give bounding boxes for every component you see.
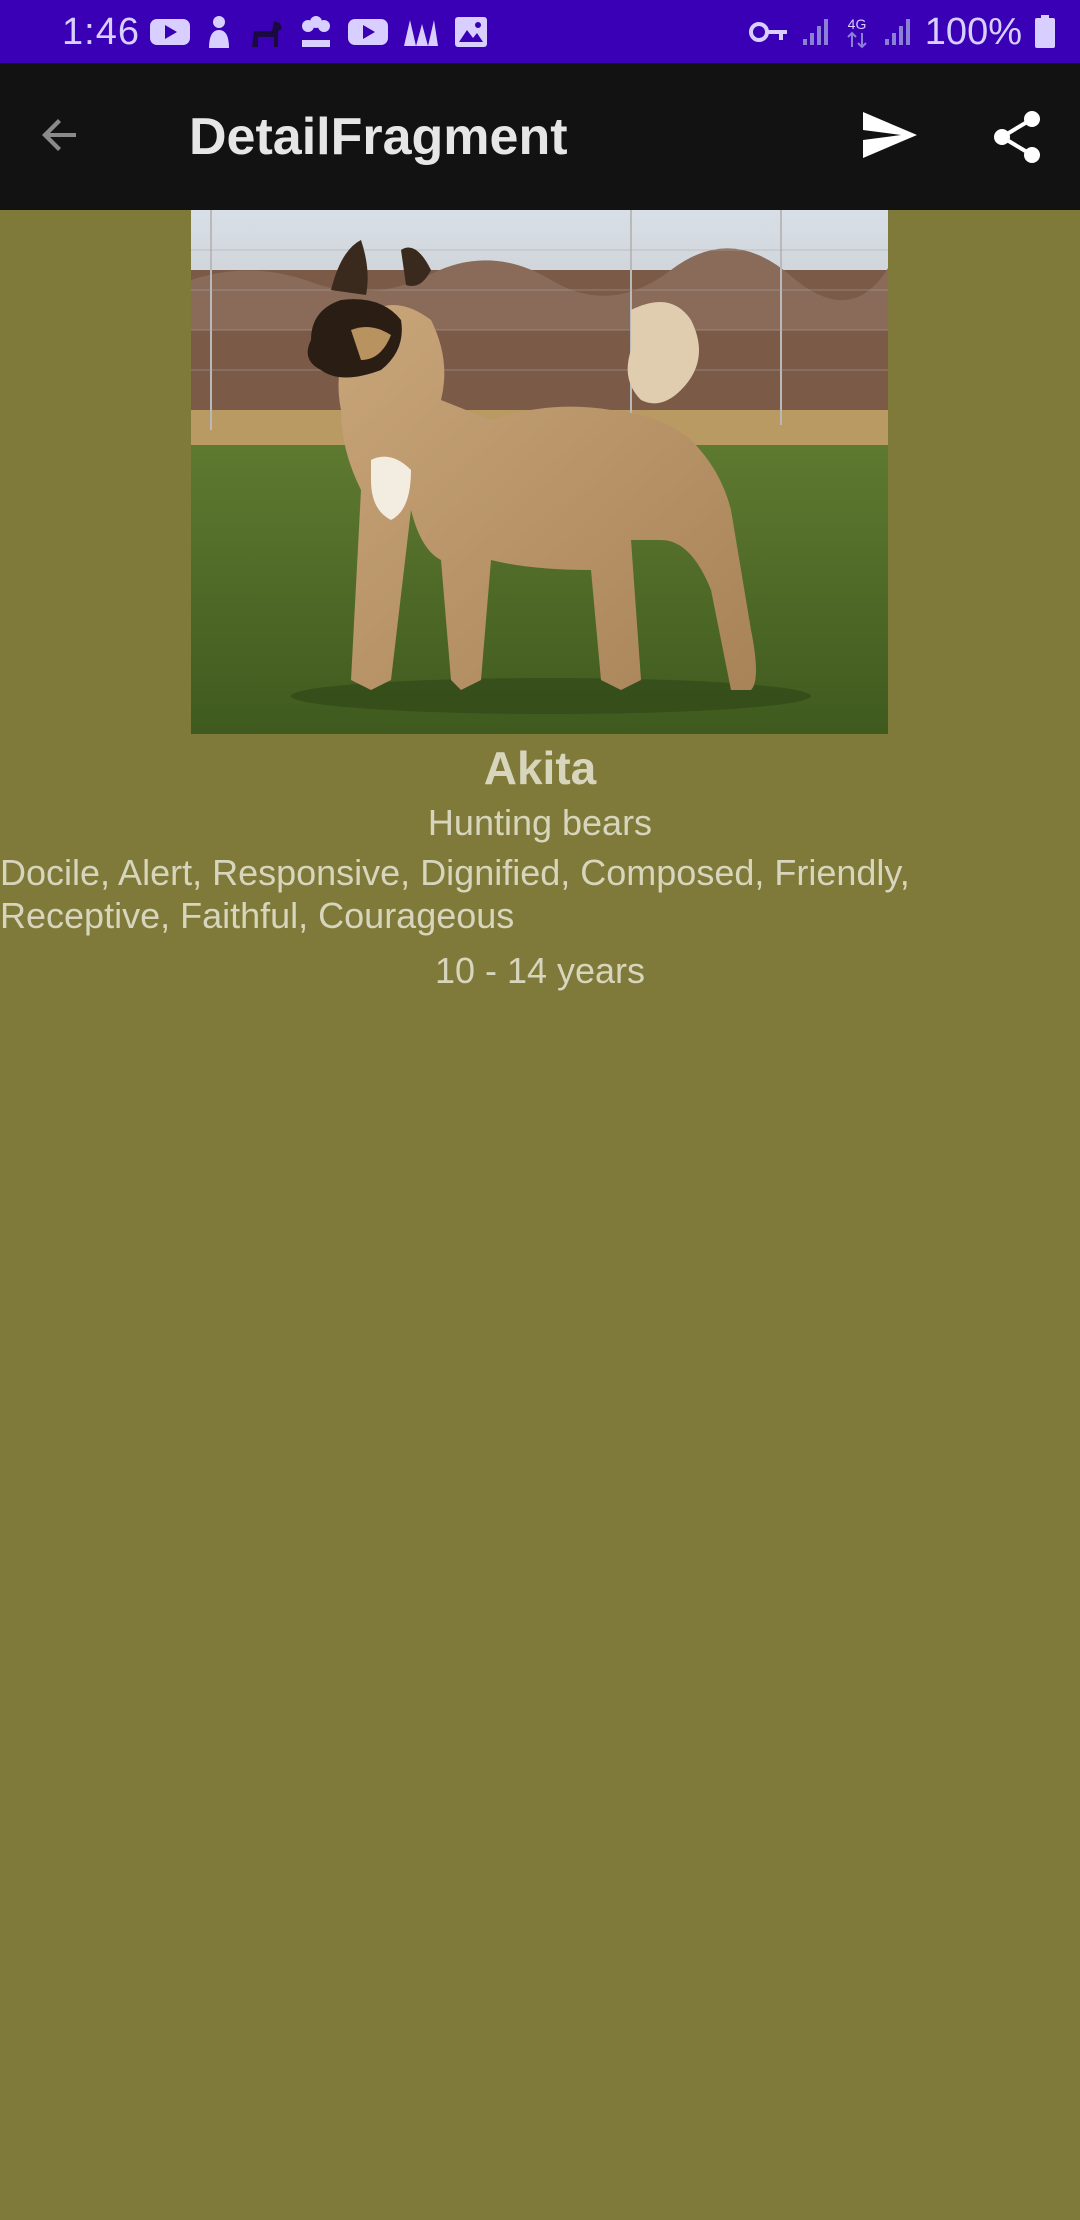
youtube-icon bbox=[150, 17, 190, 47]
dog-photo bbox=[191, 210, 888, 734]
youtube-icon bbox=[348, 17, 388, 47]
send-button[interactable] bbox=[858, 107, 922, 167]
share-icon bbox=[990, 110, 1044, 169]
back-button[interactable] bbox=[30, 107, 90, 167]
arrow-back-icon bbox=[36, 111, 84, 164]
network-type-label: 4G bbox=[847, 16, 866, 32]
app-toolbar: DetailFragment bbox=[0, 63, 1080, 210]
share-button[interactable] bbox=[985, 107, 1049, 171]
status-bar: 1:46 4G 100% bbox=[0, 0, 1080, 63]
app-icon bbox=[402, 16, 440, 48]
image-icon bbox=[454, 16, 488, 48]
notification-icons bbox=[150, 10, 488, 54]
network-type-icon: 4G bbox=[843, 15, 871, 49]
status-time: 1:46 bbox=[62, 11, 140, 53]
toolbar-title: DetailFragment bbox=[189, 108, 568, 166]
temperament: Docile, Alert, Responsive, Dignified, Co… bbox=[0, 852, 910, 936]
person-icon bbox=[204, 14, 234, 50]
send-icon bbox=[861, 110, 919, 165]
signal-icon bbox=[801, 17, 831, 47]
bred-for: Hunting bears bbox=[427, 802, 653, 843]
breed-name: Akita bbox=[483, 742, 597, 794]
system-status-icons: 4G 100% bbox=[748, 6, 1056, 58]
signal-icon bbox=[883, 17, 913, 47]
battery-percent: 100% bbox=[924, 11, 1022, 53]
detail-content: Akita Hunting bears Docile, Alert, Respo… bbox=[0, 210, 1080, 2220]
vpn-key-icon bbox=[748, 20, 789, 44]
life-span: 10 - 14 years bbox=[434, 950, 646, 991]
news-icon bbox=[298, 14, 334, 50]
battery-icon bbox=[1034, 15, 1056, 49]
dog-icon bbox=[248, 15, 284, 49]
